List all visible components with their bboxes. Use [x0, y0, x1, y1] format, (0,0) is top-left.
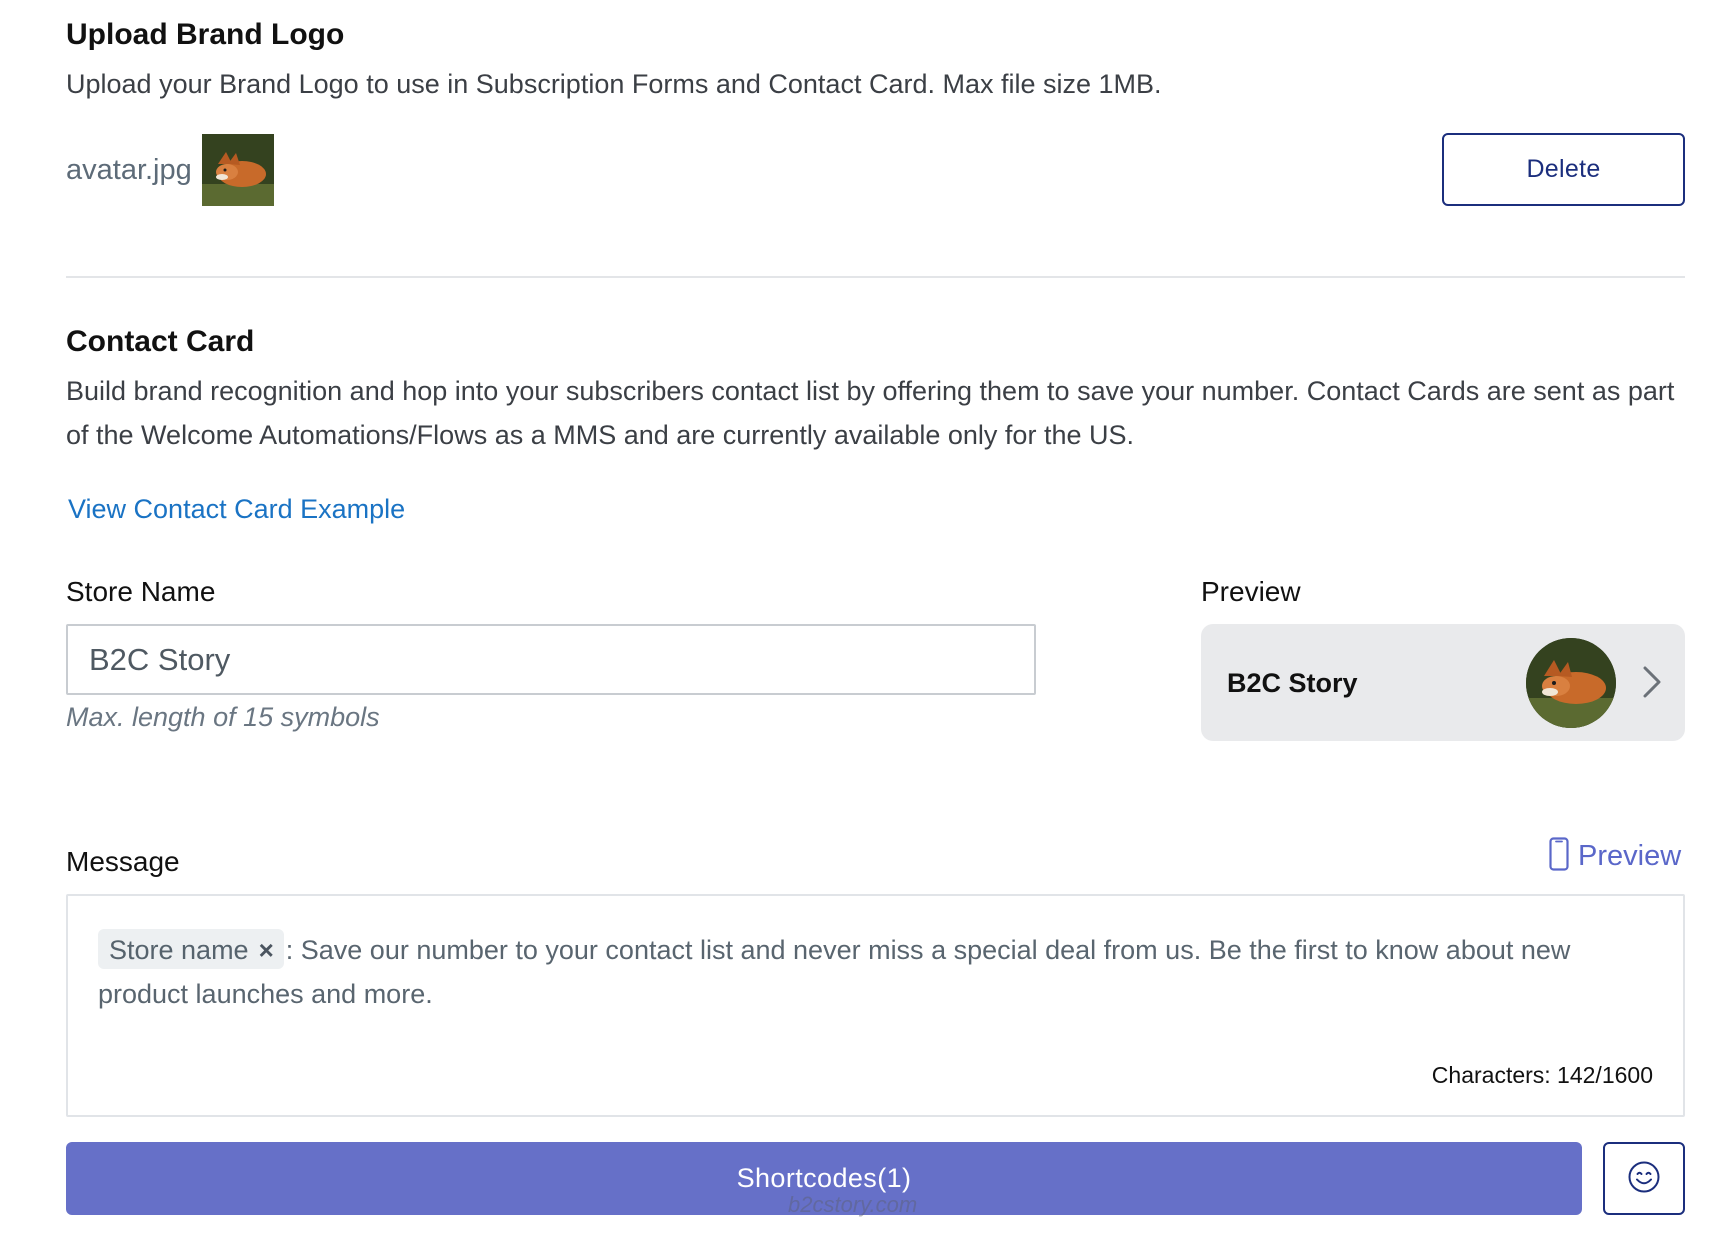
- watermark-text: b2cstory.com: [788, 1192, 918, 1217]
- preview-label: Preview: [1201, 576, 1301, 607]
- message-preview-link[interactable]: Preview: [1549, 836, 1681, 876]
- store-name-input[interactable]: [66, 624, 1036, 695]
- remove-tag-icon[interactable]: ×: [259, 929, 274, 971]
- contact-card-preview[interactable]: B2C Story: [1201, 624, 1685, 741]
- message-editor[interactable]: Store name ×: Save our number to your con…: [66, 894, 1685, 1117]
- character-counter: Characters: 142/1600: [1431, 1062, 1653, 1088]
- avatar: [1526, 638, 1616, 728]
- logo-thumbnail: [201, 134, 274, 206]
- section-divider: [66, 276, 1685, 278]
- emoji-picker-button[interactable]: [1603, 1142, 1685, 1215]
- phone-icon: [1549, 836, 1569, 876]
- chevron-right-icon: [1633, 664, 1669, 700]
- store-name-hint: Max. length of 15 symbols: [66, 702, 380, 732]
- view-contact-card-example-link[interactable]: View Contact Card Example: [68, 494, 405, 525]
- uploaded-file-name: avatar.jpg: [66, 153, 192, 186]
- preview-store-name: B2C Story: [1227, 668, 1358, 698]
- message-content[interactable]: Store name ×: Save our number to your con…: [98, 928, 1658, 1016]
- contact-card-description: Build brand recognition and hop into you…: [66, 376, 1675, 450]
- delete-logo-button[interactable]: Delete: [1442, 133, 1685, 206]
- store-name-label: Store Name: [66, 576, 216, 607]
- message-body-text: : Save our number to your contact list a…: [98, 935, 1571, 1009]
- smiley-icon: [1627, 1160, 1661, 1197]
- contact-card-title: Contact Card: [66, 325, 255, 358]
- upload-logo-description: Upload your Brand Logo to use in Subscri…: [66, 69, 1162, 99]
- message-preview-label: Preview: [1578, 839, 1682, 872]
- uploaded-file-row: avatar.jpg: [66, 134, 274, 206]
- store-name-shortcode-tag[interactable]: Store name ×: [98, 929, 284, 969]
- message-label: Message: [66, 846, 180, 877]
- upload-logo-title: Upload Brand Logo: [66, 18, 345, 51]
- shortcode-tag-label: Store name: [109, 935, 249, 965]
